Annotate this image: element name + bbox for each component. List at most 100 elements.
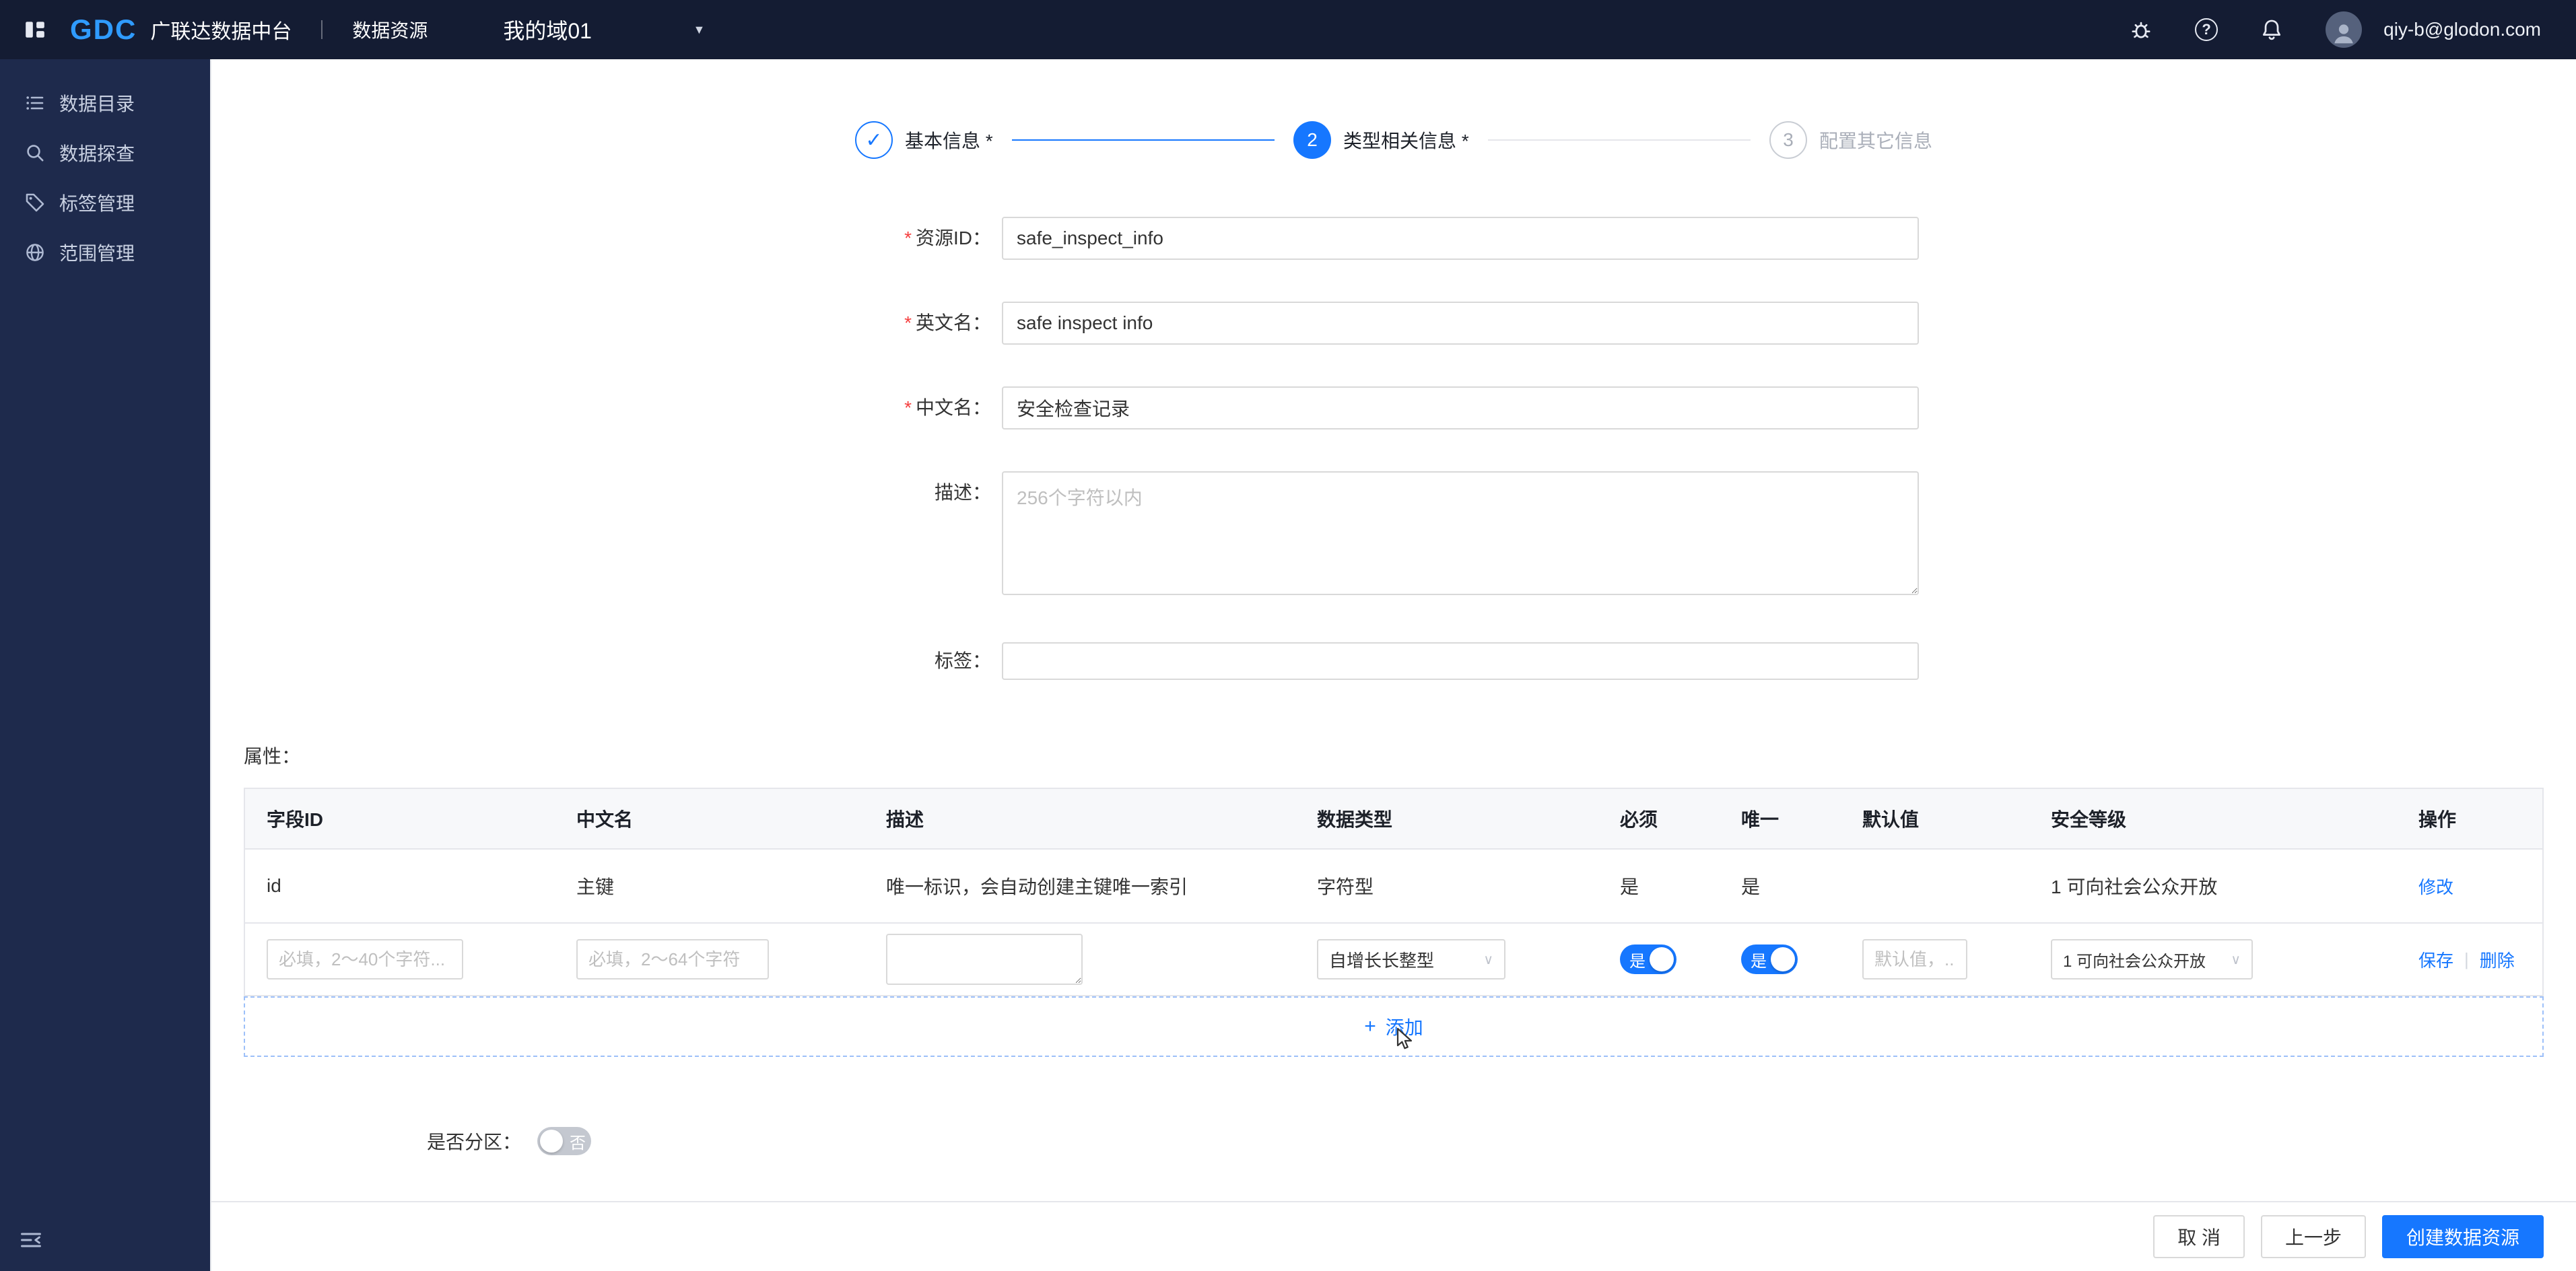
col-header-field-id: 字段ID xyxy=(267,809,324,830)
topbar: GDC 广联达数据中台 数据资源 我的域01 ▼ ? qiy-b@glodon.… xyxy=(0,0,2576,59)
required-star: * xyxy=(904,397,912,418)
sidebar-item-data-catalog[interactable]: 数据目录 xyxy=(0,78,210,128)
chinese-name-input[interactable] xyxy=(1002,386,1919,430)
col-header-cn-name: 中文名 xyxy=(576,809,634,830)
user-email[interactable]: qiy-b@glodon.com xyxy=(2383,19,2541,40)
apps-grid-icon[interactable] xyxy=(0,0,70,59)
step1-label: 基本信息 * xyxy=(905,131,993,151)
field-id-input[interactable] xyxy=(267,939,463,980)
form-row-tag: 标签： xyxy=(813,642,1919,680)
steps-bar: ✓ 基本信息 * 2 类型相关信息 * 3 配置其它信息 xyxy=(855,121,1932,159)
data-type-select[interactable]: 自增长长整型 ∨ xyxy=(1317,939,1505,980)
action-divider: | xyxy=(2464,949,2469,969)
step2-circle: 2 xyxy=(1293,121,1331,159)
tag-label: 标签： xyxy=(934,650,991,671)
sidebar-item-label: 标签管理 xyxy=(59,193,135,214)
cn-name-input[interactable] xyxy=(576,939,769,980)
resource-form: *资源ID： *英文名： *中文名： 描述： xyxy=(813,217,1919,680)
col-header-data-type: 数据类型 xyxy=(1317,809,1393,830)
chevron-down-icon: ∨ xyxy=(2231,952,2241,967)
help-icon[interactable]: ? xyxy=(2195,18,2218,41)
globe-icon xyxy=(24,242,46,263)
save-link[interactable]: 保存 xyxy=(2418,947,2453,972)
data-type-select-value: 自增长长整型 xyxy=(1329,950,1435,971)
resource-id-input[interactable] xyxy=(1002,217,1919,260)
bug-icon[interactable] xyxy=(2128,16,2155,43)
delete-link[interactable]: 删除 xyxy=(2480,947,2515,972)
col-header-required: 必须 xyxy=(1620,809,1658,830)
step1-check-icon: ✓ xyxy=(855,121,893,159)
required-star: * xyxy=(904,312,912,333)
main-panel: ✓ 基本信息 * 2 类型相关信息 * 3 配置其它信息 * 资源ID： saf… xyxy=(210,59,2576,1271)
partition-toggle[interactable]: 否 xyxy=(537,1127,592,1155)
form-row-description: 描述： xyxy=(813,471,1919,600)
col-header-security: 安全等级 xyxy=(2051,809,2127,830)
resource-id-label: * 资源ID： xyxy=(813,217,1002,260)
cancel-button[interactable]: 取 消 xyxy=(2153,1215,2245,1258)
cell-unique: 是 xyxy=(1741,877,1761,897)
sidebar-item-label: 数据探查 xyxy=(59,143,135,164)
required-toggle-label: 是 xyxy=(1629,952,1646,971)
unique-toggle-label: 是 xyxy=(1751,952,1767,971)
menu-fold-icon[interactable] xyxy=(19,1228,43,1252)
step-basic-info[interactable]: ✓ 基本信息 * xyxy=(855,121,993,159)
sidebar-item-data-explore[interactable]: 数据探查 xyxy=(0,128,210,178)
table-header-row: 字段ID 中文名 描述 数据类型 必须 唯一 默认值 安全等级 操作 xyxy=(245,789,2542,848)
sidebar-item-scope-management[interactable]: 范围管理 xyxy=(0,228,210,277)
gdc-logo: GDC xyxy=(70,13,137,45)
list-icon xyxy=(24,92,46,114)
col-header-description: 描述 xyxy=(886,809,924,830)
topbar-divider xyxy=(321,20,323,39)
security-level-select[interactable]: 1 可向社会公众开放 ∨ xyxy=(2051,939,2253,980)
user-avatar[interactable] xyxy=(2326,11,2363,48)
attributes-table: 字段ID 中文名 描述 数据类型 必须 唯一 默认值 安全等级 操作 id 主键… xyxy=(244,788,2544,996)
unique-toggle[interactable]: 是 xyxy=(1741,944,1798,974)
cell-cn-name: 主键 xyxy=(576,877,615,897)
chinese-name-label-text: 中文名： xyxy=(915,397,991,418)
domain-select-value: 我的域01 xyxy=(503,19,592,43)
cell-data-type: 字符型 xyxy=(1317,877,1374,897)
app-root: GDC 广联达数据中台 数据资源 我的域01 ▼ ? qiy-b@glodon.… xyxy=(0,0,2576,1271)
security-level-select-value: 1 可向社会公众开放 xyxy=(2063,952,2206,971)
add-field-button[interactable]: + 添加 xyxy=(244,996,2544,1057)
caret-down-icon: ▼ xyxy=(693,22,706,36)
domain-select[interactable]: 我的域01 ▼ xyxy=(503,14,705,45)
toggle-knob xyxy=(540,1130,564,1153)
sidebar-item-label: 范围管理 xyxy=(59,243,135,264)
step-other-config[interactable]: 3 配置其它信息 xyxy=(1769,121,1932,159)
description-mini-textarea[interactable] xyxy=(886,934,1083,985)
help-glyph: ? xyxy=(2202,21,2211,38)
cell-security: 1 可向社会公众开放 xyxy=(2051,877,2218,897)
required-toggle[interactable]: 是 xyxy=(1620,944,1676,974)
english-name-label-text: 英文名： xyxy=(915,312,991,333)
sidebar: 数据目录 数据探查 标签管理 范围管理 xyxy=(0,59,210,1271)
col-header-default: 默认值 xyxy=(1862,809,1920,830)
partition-label: 是否分区： xyxy=(427,1132,522,1153)
mouse-cursor xyxy=(1396,1027,1413,1050)
footer-bar: 取 消 上一步 创建数据资源 xyxy=(211,1201,2576,1271)
magnifier-icon xyxy=(24,142,46,164)
nav-data-resource[interactable]: 数据资源 xyxy=(352,16,428,43)
col-header-unique: 唯一 xyxy=(1741,809,1780,830)
chevron-down-icon: ∨ xyxy=(1483,952,1493,967)
sidebar-item-label: 数据目录 xyxy=(59,94,135,114)
tag-icon xyxy=(24,192,46,213)
table-edit-row: 自增长长整型 ∨ 是 是 xyxy=(245,922,2542,995)
required-star: * xyxy=(904,228,912,248)
tag-input[interactable] xyxy=(1002,642,1919,680)
previous-step-button[interactable]: 上一步 xyxy=(2260,1215,2366,1258)
step-type-info[interactable]: 2 类型相关信息 * xyxy=(1293,121,1469,159)
edit-link[interactable]: 修改 xyxy=(2418,874,2453,899)
cell-required: 是 xyxy=(1620,877,1639,897)
english-name-input[interactable] xyxy=(1002,302,1919,345)
bell-icon[interactable] xyxy=(2258,16,2285,43)
step-connector-done xyxy=(1011,139,1275,141)
step3-label: 配置其它信息 xyxy=(1819,131,1933,151)
partition-row: 是否分区： 否 xyxy=(427,1127,2576,1155)
description-textarea[interactable] xyxy=(1002,471,1919,595)
default-value-input[interactable] xyxy=(1862,939,1967,980)
content: ✓ 基本信息 * 2 类型相关信息 * 3 配置其它信息 * 资源ID： saf… xyxy=(211,59,2576,1201)
toggle-knob xyxy=(1771,947,1795,971)
sidebar-item-tag-management[interactable]: 标签管理 xyxy=(0,178,210,228)
create-resource-button[interactable]: 创建数据资源 xyxy=(2381,1215,2544,1258)
